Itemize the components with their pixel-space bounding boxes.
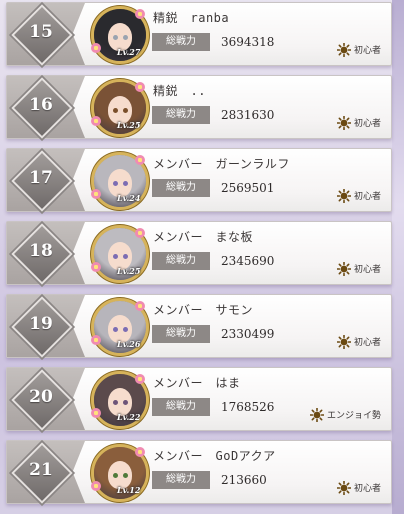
level-badge: Lv.25 [117, 266, 141, 276]
rank-number: 21 [29, 460, 53, 480]
flower-decoration-icon [91, 262, 101, 272]
avatar-eye [123, 400, 128, 405]
level-badge: Lv.12 [117, 485, 141, 495]
sun-icon [336, 115, 352, 130]
member-name: メンバー ガーンラルフ [153, 157, 290, 171]
level-badge: Lv.25 [117, 120, 141, 130]
rank-number: 16 [29, 95, 53, 115]
total-power-label: 総戦力 [152, 398, 210, 416]
rank-number: 18 [29, 241, 53, 261]
flower-decoration-icon [91, 408, 101, 418]
rank-number: 17 [29, 168, 53, 188]
total-power-value: 1768526 [221, 400, 275, 414]
member-row[interactable]: 15 Lv.27 精鋭 ranba 総戦力 3694318 初心者 [6, 2, 392, 66]
play-style-label: 初心者 [353, 119, 381, 129]
member-row[interactable]: 17 Lv.24 メンバー ガーンラルフ 総戦力 2569501 初心者 [6, 148, 392, 212]
total-power-label: 総戦力 [152, 179, 210, 197]
play-style-label: 初心者 [353, 265, 381, 275]
total-power-value: 2345690 [221, 254, 275, 268]
sun-icon [336, 42, 352, 57]
play-style-label: 初心者 [353, 46, 381, 56]
member-row[interactable]: 20 Lv.22 メンバー はま 総戦力 1768526 エンジョイ勢 [6, 367, 392, 431]
play-style-tag: 初心者 [336, 334, 381, 350]
member-name: メンバー はま [153, 376, 241, 390]
member-name: メンバー GoDアクア [153, 449, 276, 463]
member-name: 精鋭 .. [153, 84, 206, 98]
flower-decoration-icon [91, 335, 101, 345]
member-ranking-list: 15 Lv.27 精鋭 ranba 総戦力 3694318 初心者 16 Lv.… [0, 0, 404, 514]
rank-number: 19 [29, 314, 53, 334]
avatar-eye [123, 181, 128, 186]
play-style-tag: 初心者 [336, 115, 381, 131]
flower-decoration-icon [91, 116, 101, 126]
avatar-eye [113, 254, 118, 259]
member-row[interactable]: 21 Lv.12 メンバー GoDアクア 総戦力 213660 初心者 [6, 440, 392, 504]
flower-decoration-icon [91, 481, 101, 491]
flower-decoration-icon [91, 189, 101, 199]
flower-decoration-icon [135, 9, 145, 19]
rank-number: 15 [29, 22, 53, 42]
sun-icon [336, 480, 352, 495]
member-row[interactable]: 19 Lv.26 メンバー サモン 総戦力 2330499 初心者 [6, 294, 392, 358]
avatar-eye [113, 35, 118, 40]
level-badge: Lv.27 [117, 47, 141, 57]
total-power-label: 総戦力 [152, 252, 210, 270]
member-name: 精鋭 ranba [153, 11, 230, 25]
level-badge: Lv.24 [117, 193, 141, 203]
member-row[interactable]: 18 Lv.25 メンバー まな板 総戦力 2345690 初心者 [6, 221, 392, 285]
sun-icon [336, 261, 352, 276]
avatar-eye [113, 473, 118, 478]
total-power-value: 2831630 [221, 108, 275, 122]
flower-decoration-icon [135, 228, 145, 238]
total-power-value: 3694318 [221, 35, 275, 49]
total-power-value: 213660 [221, 473, 267, 487]
flower-decoration-icon [135, 374, 145, 384]
member-row[interactable]: 16 Lv.25 精鋭 .. 総戦力 2831630 初心者 [6, 75, 392, 139]
play-style-tag: エンジョイ勢 [309, 407, 381, 423]
avatar-eye [123, 35, 128, 40]
avatar-eye [123, 327, 128, 332]
rank-number: 20 [29, 387, 53, 407]
avatar-eye [113, 108, 118, 113]
member-name: メンバー まな板 [153, 230, 254, 244]
member-name: メンバー サモン [153, 303, 254, 317]
flower-decoration-icon [135, 82, 145, 92]
avatar-eye [123, 254, 128, 259]
total-power-label: 総戦力 [152, 325, 210, 343]
total-power-label: 総戦力 [152, 33, 210, 51]
avatar-eye [113, 327, 118, 332]
sun-icon [309, 407, 325, 422]
total-power-value: 2569501 [221, 181, 275, 195]
avatar-eye [113, 181, 118, 186]
level-badge: Lv.22 [117, 412, 141, 422]
sun-icon [336, 334, 352, 349]
flower-decoration-icon [91, 43, 101, 53]
total-power-value: 2330499 [221, 327, 275, 341]
total-power-label: 総戦力 [152, 471, 210, 489]
avatar-eye [113, 400, 118, 405]
flower-decoration-icon [135, 447, 145, 457]
flower-decoration-icon [135, 301, 145, 311]
play-style-label: 初心者 [353, 484, 381, 494]
level-badge: Lv.26 [117, 339, 141, 349]
play-style-tag: 初心者 [336, 42, 381, 58]
avatar-eye [123, 473, 128, 478]
avatar-eye [123, 108, 128, 113]
flower-decoration-icon [135, 155, 145, 165]
total-power-label: 総戦力 [152, 106, 210, 124]
play-style-tag: 初心者 [336, 480, 381, 496]
play-style-tag: 初心者 [336, 188, 381, 204]
sun-icon [336, 188, 352, 203]
play-style-label: 初心者 [353, 338, 381, 348]
play-style-label: エンジョイ勢 [326, 411, 381, 421]
play-style-tag: 初心者 [336, 261, 381, 277]
play-style-label: 初心者 [353, 192, 381, 202]
